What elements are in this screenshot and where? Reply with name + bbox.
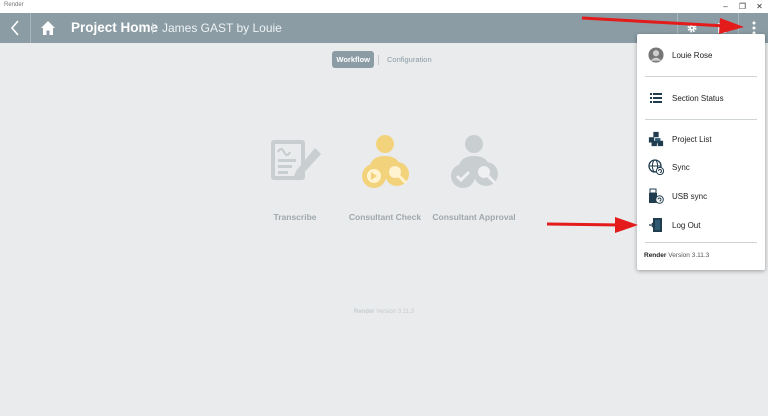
usb-sync-icon bbox=[649, 188, 664, 204]
footer-version: Render Version 3.11.3 bbox=[0, 309, 768, 315]
annotation-arrow bbox=[546, 217, 638, 233]
boxes-icon bbox=[648, 131, 664, 147]
menu-item-section-status[interactable]: Section Status bbox=[637, 86, 765, 110]
menu-divider bbox=[645, 242, 757, 243]
home-icon bbox=[41, 21, 55, 35]
menu-item-usb-sync[interactable]: USB sync bbox=[637, 184, 765, 208]
footer-version-text: Version 3.11.3 bbox=[376, 309, 415, 315]
step-label: Transcribe bbox=[273, 212, 317, 222]
menu-item-sync[interactable]: Sync bbox=[637, 155, 765, 179]
step-label: Consultant Approval bbox=[432, 212, 516, 222]
menu-item-project-list[interactable]: Project List bbox=[637, 127, 765, 151]
menu-label: Log Out bbox=[672, 220, 701, 230]
list-icon-wrap bbox=[648, 90, 664, 106]
home-button[interactable] bbox=[40, 20, 56, 36]
menu-version-text: Version 3.11.3 bbox=[668, 252, 710, 259]
consultant-check-icon bbox=[362, 135, 409, 188]
close-window-button[interactable]: ✕ bbox=[751, 0, 768, 13]
logout-icon-wrap bbox=[648, 217, 664, 233]
usb-sync-icon-wrap bbox=[648, 188, 664, 204]
workflow-step-transcribe[interactable]: Transcribe bbox=[245, 132, 345, 222]
globe-sync-icon-wrap bbox=[648, 159, 664, 175]
list-icon bbox=[650, 93, 662, 103]
user-avatar-icon bbox=[648, 47, 664, 63]
project-name: James GAST by Louie bbox=[162, 21, 282, 35]
consultant-approval-icon bbox=[451, 135, 498, 188]
chevron-left-icon bbox=[10, 20, 19, 36]
menu-label: USB sync bbox=[672, 191, 708, 201]
title-separator: | bbox=[151, 22, 154, 34]
logout-icon bbox=[649, 218, 662, 232]
window-title: Render bbox=[4, 2, 24, 8]
overflow-menu: Louie Rose Section Status Project List S… bbox=[637, 34, 765, 270]
menu-item-log-out[interactable]: Log Out bbox=[637, 213, 765, 237]
workflow-step-consultant-approval[interactable]: Consultant Approval bbox=[424, 132, 524, 222]
menu-user-name: Louie Rose bbox=[672, 50, 713, 60]
tab-configuration[interactable]: Configuration bbox=[383, 51, 436, 68]
menu-label: Section Status bbox=[672, 93, 724, 103]
transcribe-icon bbox=[271, 140, 321, 180]
avatar bbox=[648, 47, 664, 63]
menu-version-app: Render bbox=[644, 252, 667, 259]
annotation-arrow bbox=[581, 16, 744, 34]
boxes-icon-wrap bbox=[648, 131, 664, 147]
page-title: Project Home bbox=[71, 20, 159, 35]
menu-divider bbox=[645, 119, 757, 120]
tab-workflow[interactable]: Workflow bbox=[332, 51, 374, 68]
footer-app-name: Render bbox=[353, 309, 375, 315]
back-button[interactable] bbox=[0, 13, 31, 43]
menu-item-user[interactable]: Louie Rose bbox=[637, 43, 765, 67]
tab-divider bbox=[378, 54, 379, 65]
menu-version: Render Version 3.11.3 bbox=[644, 252, 709, 259]
menu-label: Project List bbox=[672, 134, 712, 144]
globe-sync-icon bbox=[648, 159, 664, 175]
menu-divider bbox=[645, 76, 757, 77]
workflow-step-consultant-check[interactable]: Consultant Check bbox=[335, 132, 435, 222]
step-label: Consultant Check bbox=[348, 212, 422, 222]
menu-label: Sync bbox=[672, 162, 690, 172]
kebab-menu-icon bbox=[752, 21, 755, 35]
